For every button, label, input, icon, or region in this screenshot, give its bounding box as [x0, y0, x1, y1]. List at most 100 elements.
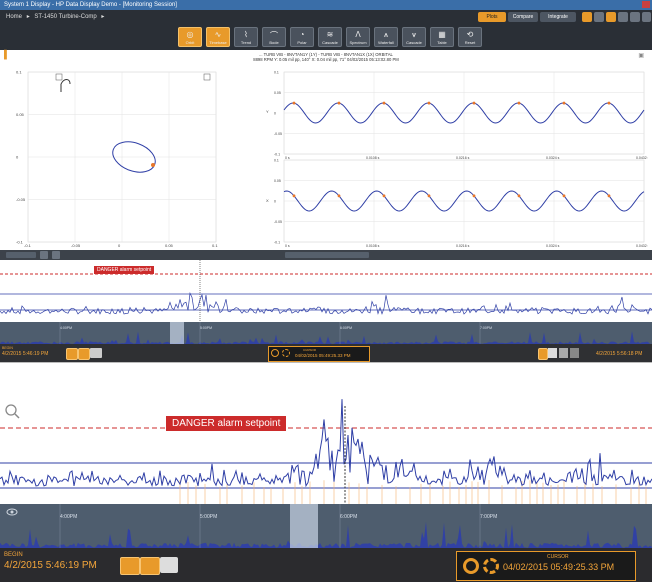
overview-small-svg: 4:00PM 5:00PM 6:00PM 7:00PM [0, 322, 652, 344]
list-icon[interactable] [90, 348, 102, 358]
spectrum-icon: Ʌ [355, 30, 361, 39]
view-eye-button[interactable] [120, 557, 140, 575]
plots-button[interactable]: Plots [478, 12, 506, 22]
view-zoom-button[interactable] [140, 557, 160, 575]
timebase-x-tick: 0.0324 s [546, 244, 560, 248]
waterfall-icon: ⩚ [383, 30, 389, 39]
stop-icon[interactable] [538, 348, 548, 360]
breadcrumb-separator: ▸ [101, 14, 105, 20]
window-title: System 1 Display - HP Data Display Demo … [4, 2, 177, 8]
zoom-search-handle [14, 413, 20, 419]
timebase-y-tick: 0.1 [274, 71, 279, 75]
timebase-x-plot: 0.1 0.05 0 -0.05 -0.1 0 s 0.0108 s 0.0216 s 0.0… [266, 159, 650, 249]
pin-icon[interactable]: ▌ [4, 50, 10, 59]
tool-spectrum-button[interactable]: Ʌ Spectrum [346, 27, 370, 47]
view-toggle-zoom-icon[interactable] [78, 348, 90, 360]
copy-icon[interactable]: ▣ [638, 52, 644, 59]
keyphasor-dot [562, 101, 566, 105]
panel-divider [0, 250, 652, 260]
tool-label: Trend [240, 40, 252, 45]
orbit-y-tick: 0.05 [16, 112, 25, 117]
begin-label-zoomed: BEGIN [4, 552, 23, 558]
settings-icon[interactable] [642, 12, 651, 22]
cursor-time-zoomed: 04/02/2015 05:49:25.33 PM [503, 562, 615, 572]
timebase-x-tick: 0.0108 s [366, 156, 380, 160]
list-view-icon[interactable] [160, 557, 178, 573]
cursor-time-small: 04/02/2015 05:49:25.33 PM [295, 353, 351, 358]
orbit-x-tick: 0.1 [212, 243, 218, 248]
grid-icon[interactable] [630, 12, 640, 22]
star-icon[interactable] [582, 12, 592, 22]
overview-time-label: 6:00PM [340, 514, 357, 520]
close-icon[interactable] [642, 1, 650, 8]
play-icon[interactable] [548, 348, 557, 358]
orbit-keyphasor-dot [151, 163, 155, 167]
keyphasor-dot [427, 101, 431, 105]
orbit-x-tick: -0.05 [71, 243, 81, 248]
timebase-x-tick: 0 s [285, 156, 290, 160]
tool-table-button[interactable]: ▦ Table [430, 27, 454, 47]
begin-label-small: BEGIN [2, 346, 13, 350]
begin-time-zoomed: 4/2/2015 5:46:19 PM [4, 560, 97, 571]
compare-button[interactable]: Compare [508, 12, 538, 22]
keyphasor-dot [337, 101, 341, 105]
keyphasor-dot [337, 194, 341, 198]
orbit-plot: 0.1 0.05 0 -0.05 -0.1 -0.1 -0.05 0 0.05 0.1 [16, 70, 218, 249]
orbit-y-tick: 0.1 [16, 70, 22, 75]
tool-waterfall-button[interactable]: ⩚ Waterfall [374, 27, 398, 47]
cursor-target-icon-zoomed[interactable] [483, 558, 499, 574]
tool-label: Bode [269, 40, 279, 45]
trend-plot-small: DANGER alarm setpoint [0, 260, 652, 322]
keyphasor-dot [292, 194, 296, 198]
timebase-y-tick: 0 [274, 200, 276, 204]
orbit-y-marker [55, 73, 63, 81]
cursor-target-icon[interactable] [282, 349, 290, 357]
timebase-x-tick: 0.0324 s [546, 156, 560, 160]
timebase-y-plot: 0.1 0.05 0 -0.05 -0.1 0 s 0.0108 s 0.0216 s 0.0… [266, 71, 650, 161]
keyphasor-dot [427, 194, 431, 198]
status-bar-zoomed: BEGIN 4/2/2015 5:46:19 PM CURSOR 04/02/2… [0, 548, 652, 582]
window-title-bar: System 1 Display - HP Data Display Demo … [0, 0, 652, 10]
tool-reset-button[interactable]: ⟲ Reset [458, 27, 482, 47]
clear-cursor-icon[interactable] [271, 349, 279, 357]
integrate-button[interactable]: Integrate [540, 12, 576, 22]
expand-icon[interactable] [618, 12, 628, 22]
save-icon[interactable] [594, 12, 604, 22]
pan-left-icon[interactable] [40, 251, 48, 259]
timebase-x-tick: 0.0432 s [636, 244, 648, 248]
zoom-controls[interactable] [6, 252, 36, 258]
tool-bode-button[interactable]: ⌒ Bode [262, 27, 286, 47]
orbit-y-tick: -0.1 [16, 240, 24, 245]
zoom-search-icon[interactable] [5, 404, 17, 416]
clear-cursor-icon-zoomed[interactable] [463, 558, 479, 574]
timebase-y-tick: -0.1 [274, 241, 280, 245]
nav-asset[interactable]: ST-1450 Turbine-Comp [34, 14, 96, 20]
cascade-icon: ≋ [326, 30, 334, 39]
tool-label: Cascade [406, 40, 422, 45]
tool-trend-button[interactable]: ⌇ Trend [234, 27, 258, 47]
orbit-x-tick: 0 [118, 243, 121, 248]
alert-icon[interactable] [606, 12, 616, 22]
begin-time-small: 4/2/2015 5:46:19 PM [2, 351, 49, 357]
overview-small-window[interactable] [170, 322, 184, 344]
overview-zoomed-window[interactable] [290, 504, 318, 548]
step-icon[interactable] [559, 348, 568, 358]
plot-info-line-1: ... TURB VIB - 8NVTAN1Y (1Y) - TURB VIB … [259, 52, 393, 57]
plot-info-bar: ... TURB VIB - 8NVTAN1Y (1Y) - TURB VIB … [0, 50, 652, 64]
record-icon[interactable] [570, 348, 579, 358]
page-indicator[interactable] [285, 252, 369, 258]
tool-polar-button[interactable]: ◔ Polar [290, 27, 314, 47]
nav-home[interactable]: Home [6, 14, 22, 20]
tool-cascade-button[interactable]: ⩛ Cascade [402, 27, 426, 47]
pan-right-icon[interactable] [52, 251, 60, 259]
view-toggle-eye-icon[interactable] [66, 348, 78, 360]
overview-time-label: 5:00PM [200, 326, 212, 330]
keyphasor-dot [292, 101, 296, 105]
tool-timebase-button[interactable]: ∿ Timebase [206, 27, 230, 47]
orbit-y-tick: 0 [16, 155, 19, 160]
tool-label: Waterfall [378, 40, 394, 45]
tool-cascade-button[interactable]: ≋ Cascade [318, 27, 342, 47]
trend-zoomed-trace [0, 399, 652, 488]
tool-orbit-button[interactable]: ◎ Orbit [178, 27, 202, 47]
alarm-setpoint-label-zoomed: DANGER alarm setpoint [166, 416, 287, 431]
